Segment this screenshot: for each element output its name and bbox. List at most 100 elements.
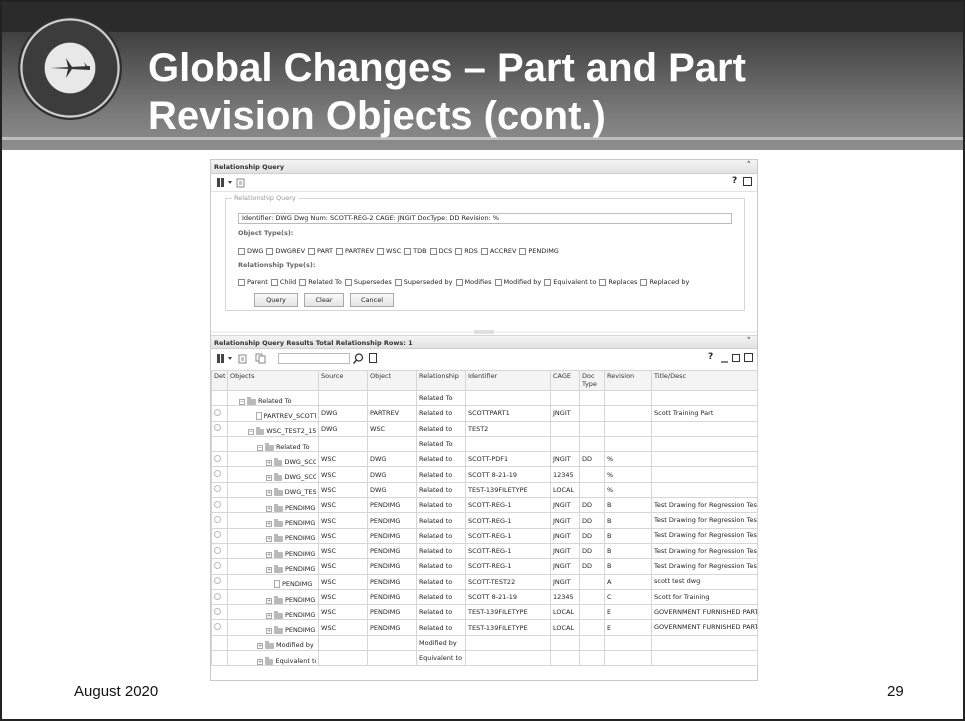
expand-icon[interactable]: + (266, 459, 272, 466)
checkbox-box[interactable] (266, 247, 274, 255)
clear-search-icon[interactable] (369, 353, 377, 363)
relationship-type-checkbox[interactable]: Child (270, 278, 296, 286)
restore-window-icon[interactable] (743, 177, 752, 186)
expand-icon[interactable]: + (266, 521, 272, 528)
object-type-checkbox[interactable]: DWGREV (266, 247, 305, 255)
object-type-checkbox[interactable]: DWG (238, 247, 263, 255)
tree-node-label[interactable]: DWG_TES (285, 488, 316, 496)
checkbox-box[interactable] (238, 278, 245, 286)
collapse-icon[interactable]: − (248, 429, 254, 436)
expand-icon[interactable]: + (266, 628, 272, 635)
column-header[interactable]: Identifier (465, 370, 551, 391)
expand-icon[interactable]: + (266, 566, 272, 573)
relationship-type-checkbox[interactable]: Modifies (455, 278, 492, 286)
expand-icon[interactable]: + (266, 490, 272, 497)
column-header[interactable]: Det (211, 370, 228, 391)
table-row[interactable]: + DWG_SCO WSC DWG Related to SCOTT 8-21-19 123… (211, 466, 758, 483)
row-select-radio[interactable] (214, 424, 221, 432)
tree-node-label[interactable]: WSC_TEST2_157 (266, 427, 316, 435)
column-header[interactable]: CAGE (550, 370, 580, 391)
help-icon[interactable]: ? (732, 176, 737, 186)
row-select-radio[interactable] (214, 454, 221, 462)
expand-icon[interactable]: + (266, 536, 272, 543)
tree-node-label[interactable]: DWG_SCO (284, 458, 316, 466)
tree-node[interactable]: − Related To (230, 438, 316, 451)
tree-node-label[interactable]: DWG_SCO (284, 473, 316, 481)
tree-node[interactable]: + PENDIMG (230, 529, 316, 543)
tree-node-label[interactable]: Equivalent to (275, 657, 316, 665)
maximize-icon[interactable] (732, 354, 740, 362)
table-row[interactable]: + Modified by Modified by (211, 634, 758, 652)
minimize-icon[interactable] (720, 353, 729, 364)
tree-node[interactable]: + PENDIMG (230, 621, 316, 635)
relationship-type-checkbox[interactable]: Parent (238, 278, 268, 286)
object-type-checkbox[interactable]: DCS (429, 247, 452, 255)
object-type-checkbox[interactable]: ACCREV (480, 247, 516, 255)
tree-node[interactable]: + PENDIMG (230, 560, 316, 573)
export-icon[interactable] (238, 353, 248, 364)
search-icon[interactable] (353, 353, 364, 364)
collapse-icon[interactable]: − (239, 398, 245, 405)
tree-node[interactable]: + PENDIMG (230, 545, 316, 558)
tree-node-label[interactable]: PENDIMG (285, 534, 315, 542)
table-row[interactable]: + DWG_SCO WSC DWG Related to SCOTT-PDF1 JNGIT D… (211, 451, 758, 468)
expand-icon[interactable]: + (266, 597, 272, 604)
checkbox-box[interactable] (344, 278, 352, 286)
columns-menu-icon[interactable] (217, 177, 233, 188)
expand-icon[interactable]: + (266, 551, 272, 558)
object-type-checkbox[interactable]: WSC (377, 247, 401, 255)
expand-icon[interactable]: + (266, 505, 272, 512)
checkbox-box[interactable] (429, 247, 437, 255)
table-row[interactable]: + PENDIMG WSC PENDIMG Related to SCOTT 8-21-1… (211, 588, 758, 606)
tree-node-label[interactable]: PENDIMG (285, 626, 315, 634)
table-row[interactable]: + PENDIMG WSC PENDIMG Related to SCOTT-REG-1 J… (211, 497, 758, 514)
row-select-radio[interactable] (214, 531, 221, 539)
tree-node-label[interactable]: PENDIMG (285, 519, 315, 527)
tree-node-label[interactable]: PENDIMG (285, 504, 315, 512)
chevron-down-icon[interactable]: ˅ (747, 337, 752, 347)
collapse-icon[interactable]: − (257, 444, 263, 451)
row-select-radio[interactable] (214, 623, 221, 631)
expand-icon[interactable]: + (266, 612, 272, 619)
expand-icon[interactable]: + (266, 475, 272, 482)
object-type-checkbox[interactable]: PENDIMG (519, 247, 559, 255)
column-header[interactable]: Title/Desc (651, 370, 758, 391)
column-header[interactable]: Object (367, 370, 417, 391)
checkbox-box[interactable] (455, 247, 463, 255)
cancel-button[interactable]: Cancel (350, 293, 394, 307)
tree-node[interactable]: + PENDIMG (230, 514, 316, 528)
row-select-radio[interactable] (214, 592, 221, 600)
copy-icon[interactable] (255, 353, 267, 364)
table-row[interactable]: + PENDIMG WSC PENDIMG Related to TEST-139FILE… (211, 619, 758, 636)
tree-node-label[interactable]: PENDIMG (285, 596, 315, 604)
tree-node[interactable]: + PENDIMG (230, 499, 316, 512)
column-header[interactable]: Relationship (416, 370, 466, 391)
tree-node-label[interactable]: PENDIMG (285, 565, 315, 573)
tree-node[interactable]: + Modified by (230, 636, 316, 650)
tree-node-label[interactable]: Related To (276, 443, 310, 451)
checkbox-box[interactable] (394, 278, 402, 286)
checkbox-box[interactable] (480, 247, 488, 255)
row-select-radio[interactable] (214, 546, 221, 554)
tree-node-label[interactable]: PENDIMG (285, 550, 315, 558)
checkbox-box[interactable] (544, 278, 552, 286)
tree-node-label[interactable]: Modified by (276, 641, 314, 649)
table-row[interactable]: + PENDIMG WSC PENDIMG Related to SCOTT-REG-1 J… (211, 527, 758, 544)
object-type-checkbox[interactable]: RDS (455, 247, 478, 255)
tree-node-label[interactable]: Related To (258, 397, 292, 405)
object-type-checkbox[interactable]: PART (308, 247, 333, 255)
tree-node[interactable]: + DWG_SCO (230, 468, 316, 482)
restore-window-icon[interactable] (744, 353, 753, 362)
tree-node[interactable]: − Related To (230, 392, 316, 405)
row-select-radio[interactable] (214, 485, 221, 493)
results-search-input[interactable] (278, 353, 350, 364)
table-row[interactable]: − Related To Related To (211, 389, 758, 407)
checkbox-box[interactable] (270, 278, 278, 286)
identifier-field[interactable]: Identifier: DWG Dwg Num: SCOTT-REG-2 CAG… (238, 213, 732, 224)
checkbox-box[interactable] (519, 247, 527, 255)
relationship-type-checkbox[interactable]: Supersedes (344, 278, 392, 286)
export-icon[interactable] (236, 177, 246, 188)
relationship-type-checkbox[interactable]: Modified by (494, 278, 541, 286)
table-row[interactable]: − WSC_TEST2_157 DWG WSC Related to TEST2 (211, 420, 758, 437)
checkbox-box[interactable] (238, 247, 245, 255)
